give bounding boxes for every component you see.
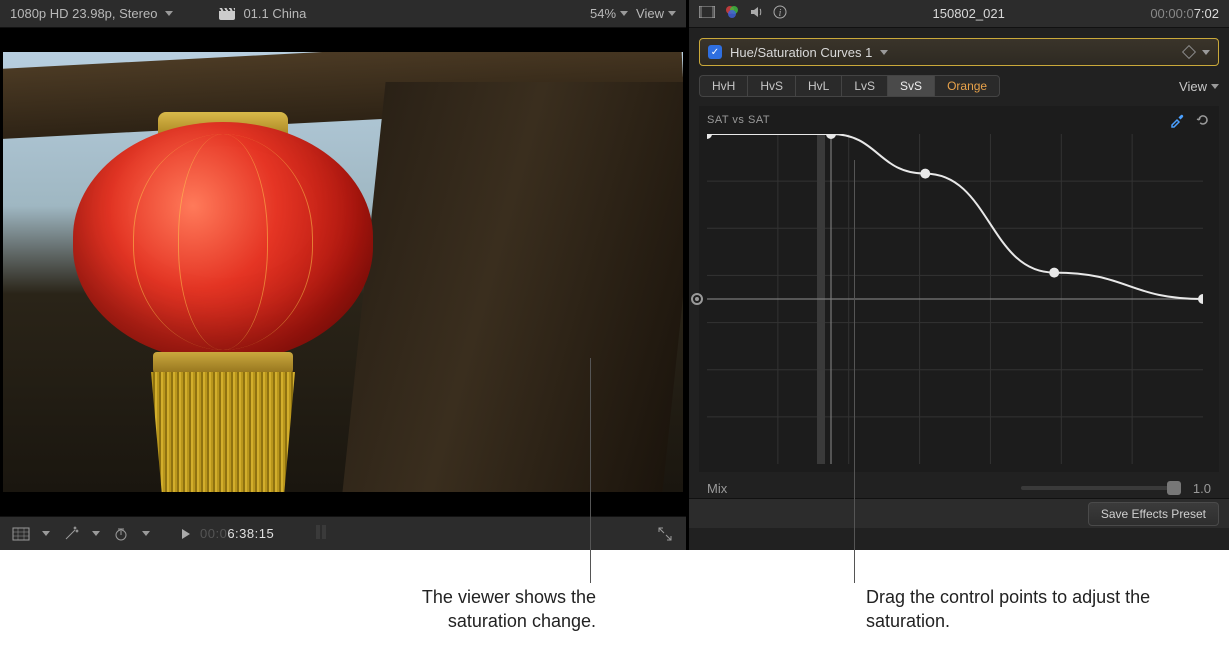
tab-hvl[interactable]: HvL [795,75,841,97]
video-inspector-icon[interactable] [699,6,715,21]
format-caret-icon[interactable] [165,11,173,16]
effect-header[interactable]: ✓ Hue/Saturation Curves 1 [699,38,1219,66]
timecode-prefix: 00:0 [200,526,227,541]
chevron-down-icon[interactable] [92,531,100,536]
viewer-timecode[interactable]: 00:06:38:15 [200,526,274,541]
effect-name: Hue/Saturation Curves 1 [730,45,872,60]
eyedropper-icon[interactable] [1169,112,1185,128]
tc-bright: 7:02 [1194,6,1219,21]
tab-hvs[interactable]: HvS [747,75,795,97]
chevron-down-icon[interactable] [880,50,888,55]
timecode-value: 6:38:15 [227,526,274,541]
clip-format: 1080p HD 23.98p, Stereo [10,6,157,21]
play-button-icon[interactable] [182,529,190,539]
callout-leader [590,358,591,583]
clip-name: 01.1 China [243,6,306,21]
tab-lvs[interactable]: LvS [841,75,887,97]
baseline-marker-icon[interactable] [691,293,703,305]
tab-svs[interactable]: SvS [887,75,934,97]
curve-title: SAT vs SAT [707,114,770,126]
chevron-down-icon[interactable] [42,531,50,536]
svg-text:i: i [779,8,782,19]
zoom-dropdown[interactable]: 54% [590,6,628,21]
callout-curve: Drag the control points to adjust the sa… [866,585,1196,634]
color-inspector-panel: i 150802_021 00:00:07:02 ✓ Hue/Saturatio… [688,0,1229,550]
mix-slider[interactable] [1021,486,1181,490]
effect-enable-checkbox[interactable]: ✓ [708,45,722,59]
inspector-toolbar: i 150802_021 00:00:07:02 [689,0,1229,28]
view-menu[interactable]: View [636,6,676,21]
inspector-footer: Save Effects Preset [689,498,1229,528]
clip-preview-image [3,52,683,492]
curve-grid[interactable] [707,134,1203,464]
audio-meter [314,523,340,544]
chevron-down-icon[interactable] [1202,50,1210,55]
retime-tool-icon[interactable] [110,525,132,543]
mix-row: Mix 1.0 [689,472,1229,498]
callout-leader [854,160,855,583]
save-preset-button[interactable]: Save Effects Preset [1088,502,1219,526]
enhance-tool-icon[interactable] [60,525,82,543]
chevron-down-icon [620,11,628,16]
viewer-canvas[interactable] [0,28,686,516]
viewer-footer: 00:06:38:15 [0,516,686,550]
inspector-timecode: 00:00:07:02 [1150,6,1219,21]
chevron-down-icon[interactable] [142,531,150,536]
tc-dim: 00:00:0 [1150,6,1193,21]
chevron-down-icon[interactable] [1211,84,1219,89]
mix-value[interactable]: 1.0 [1193,481,1211,496]
inspector-clip-title: 150802_021 [797,6,1140,21]
callout-viewer: The viewer shows the saturation change. [356,585,596,634]
chevron-down-icon [668,11,676,16]
tab-hvh[interactable]: HvH [699,75,747,97]
keyframe-icon[interactable] [1182,45,1196,59]
curve-editor: SAT vs SAT [699,106,1219,472]
tab-orange[interactable]: Orange [934,75,1000,97]
reset-icon[interactable] [1195,112,1211,128]
zoom-value: 54% [590,6,616,21]
transform-tool-icon[interactable] [10,525,32,543]
view-label: View [636,6,664,21]
color-inspector-icon[interactable] [725,5,739,22]
info-inspector-icon[interactable]: i [773,5,787,22]
mix-label: Mix [707,481,727,496]
viewer-toolbar: 1080p HD 23.98p, Stereo 01.1 China 54% V… [0,0,686,28]
inspector-view-menu[interactable]: View [1179,79,1207,94]
audio-inspector-icon[interactable] [749,5,763,22]
viewer-panel: 1080p HD 23.98p, Stereo 01.1 China 54% V… [0,0,688,550]
curve-type-tabs: HvH HvS HvL LvS SvS Orange View [689,72,1229,100]
clapper-icon [219,8,235,20]
fullscreen-icon[interactable] [654,525,676,543]
